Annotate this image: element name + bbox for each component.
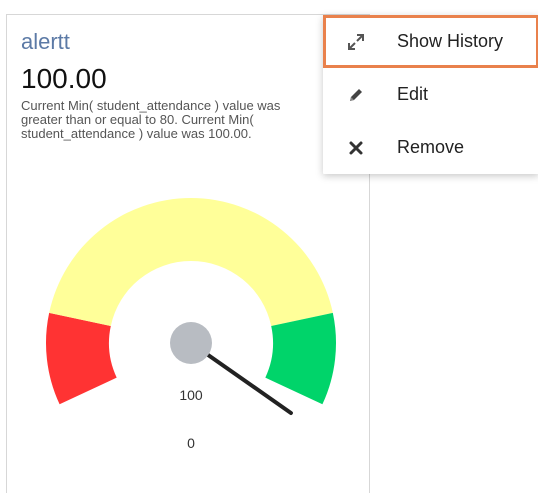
gauge-segment-mid — [49, 198, 333, 326]
widget-context-menu: Show History Edit Remove — [323, 15, 538, 174]
close-x-icon — [345, 137, 367, 159]
gauge-segment-low — [45, 312, 117, 405]
gauge-hub — [170, 322, 212, 364]
menu-item-show-history[interactable]: Show History — [323, 15, 538, 68]
pencil-icon — [345, 84, 367, 106]
menu-item-label: Show History — [397, 31, 504, 51]
expand-arrows-icon — [345, 31, 367, 53]
menu-item-remove[interactable]: Remove — [323, 121, 538, 174]
screen: alertt 100.00 Current Min( student_atten… — [0, 0, 538, 493]
menu-item-label: Remove — [397, 137, 465, 157]
menu-item-edit[interactable]: Edit — [323, 68, 538, 121]
gauge-value-label: 100 — [179, 387, 203, 403]
alert-widget-card: alertt 100.00 Current Min( student_atten… — [6, 14, 370, 493]
gauge-chart: 100 0 — [45, 198, 336, 451]
menu-item-label: Edit — [397, 84, 429, 104]
gauge-segment-high — [265, 312, 336, 405]
gauge-min-label: 0 — [187, 435, 195, 451]
